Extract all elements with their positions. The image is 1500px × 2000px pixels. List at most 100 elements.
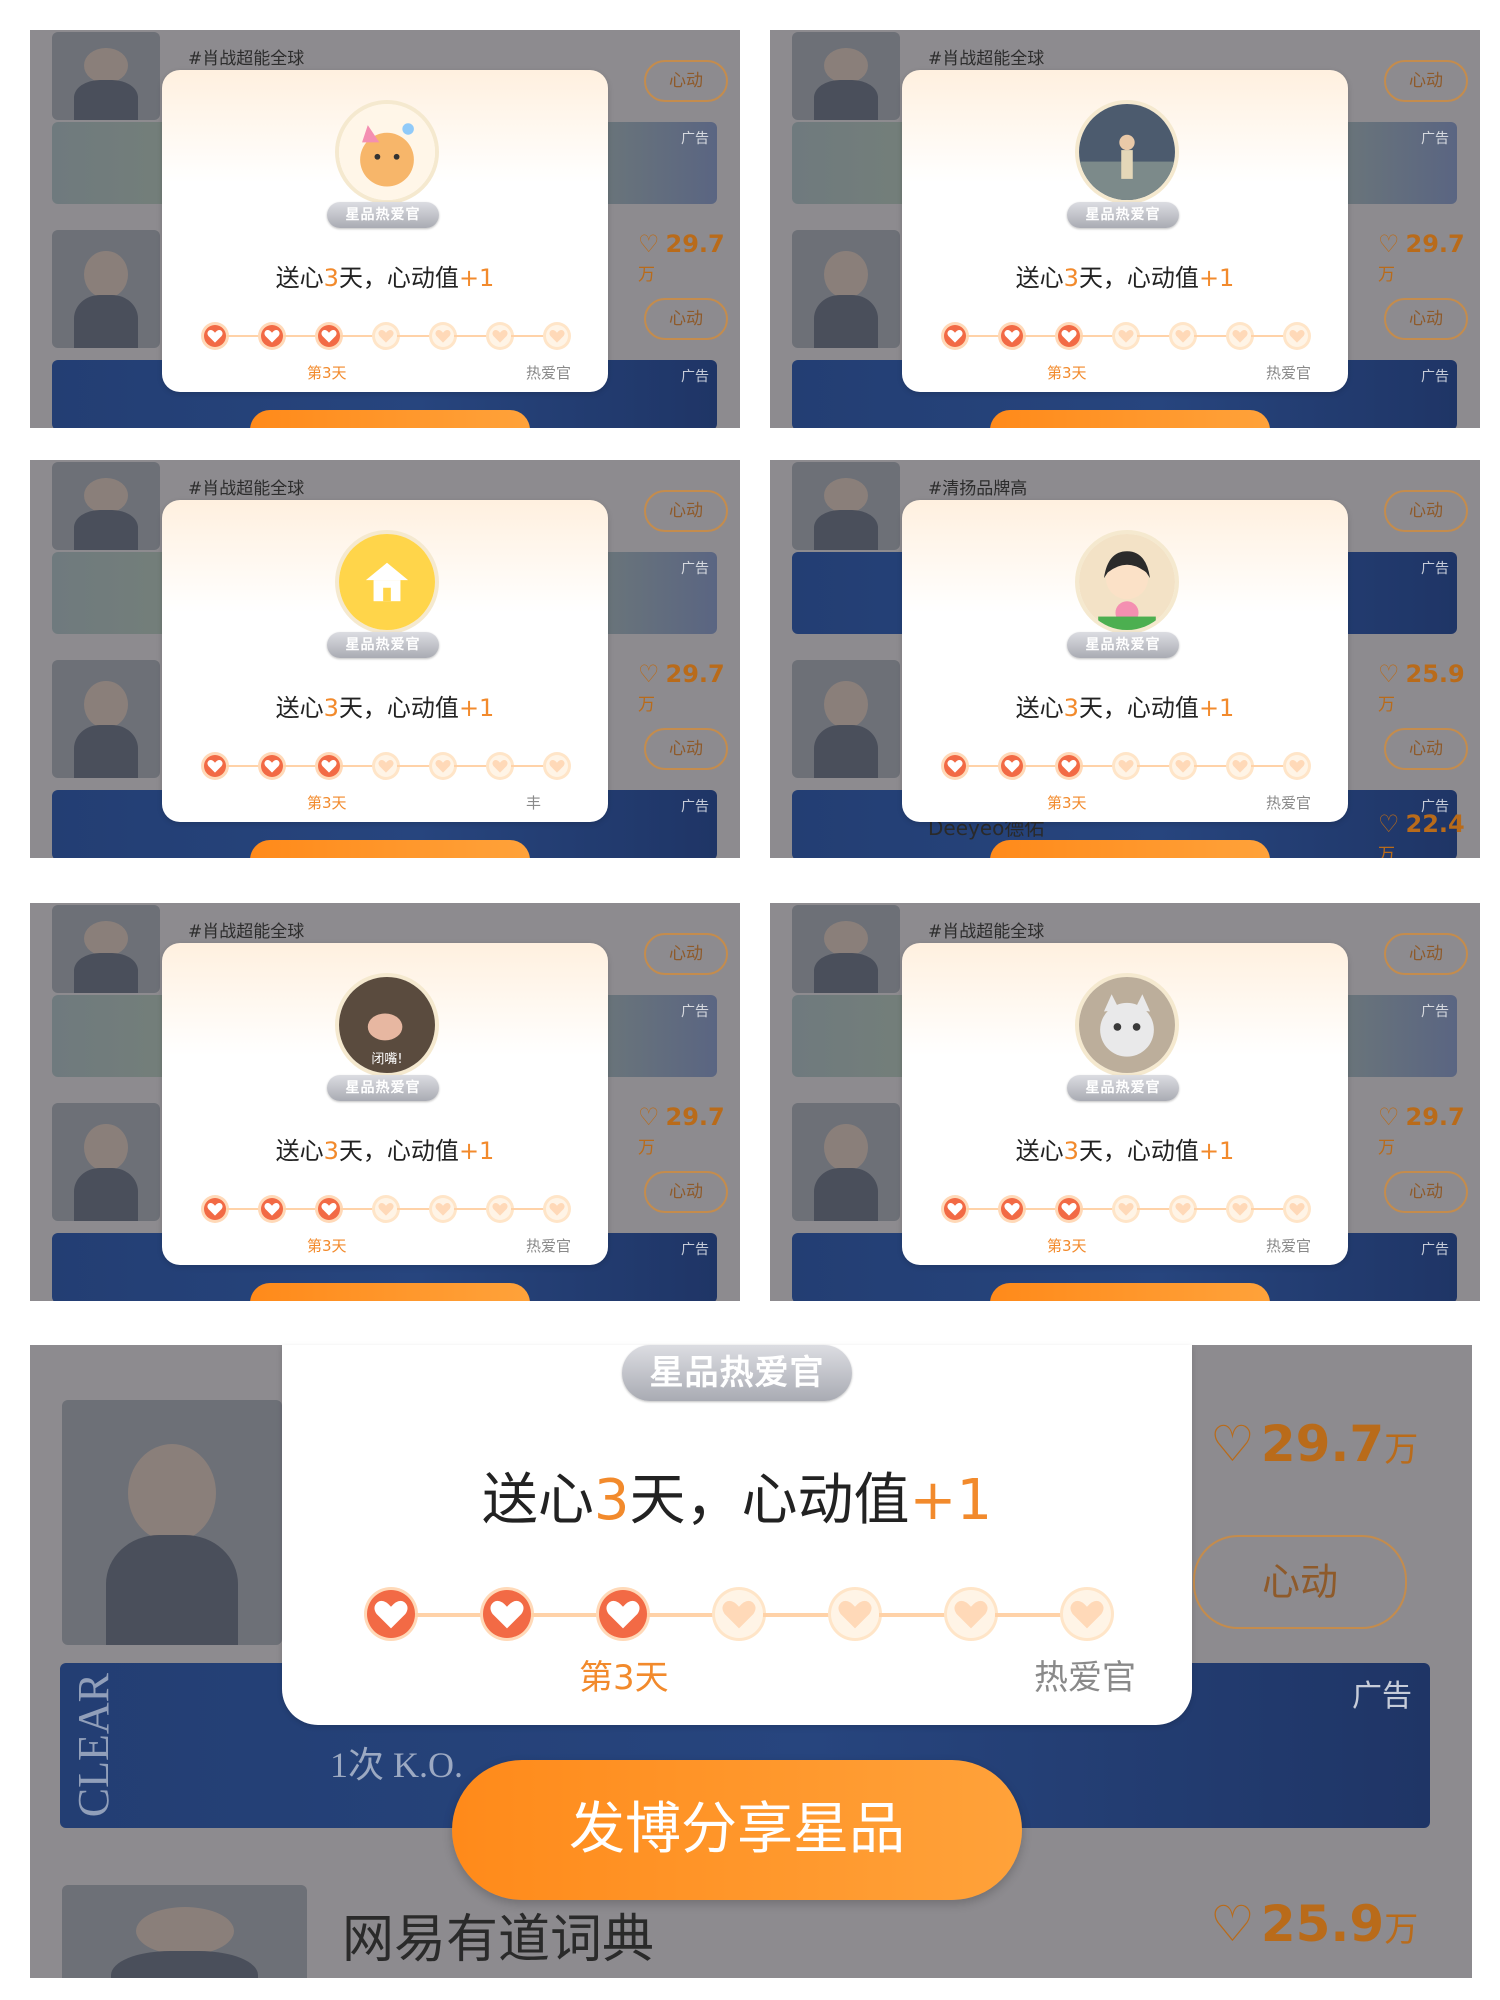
celebrity-thumbnail[interactable] — [52, 660, 160, 778]
progress-connector — [397, 335, 432, 337]
headline: 送心3天，心动值+1 — [275, 694, 495, 722]
heart-filled-icon — [944, 325, 966, 347]
ad-label: 广告 — [681, 369, 709, 385]
heart-filled-icon — [944, 755, 966, 777]
likes-count-2: ♡ 25.9万 — [1210, 1895, 1419, 1953]
celebrity-thumbnail[interactable] — [792, 1103, 900, 1221]
ad-label: 广告 — [681, 131, 709, 147]
heart-empty-icon — [375, 755, 397, 777]
follow-button[interactable]: 心动 — [1384, 728, 1468, 770]
celebrity-thumbnail[interactable] — [52, 230, 160, 348]
heart-empty-icon — [1063, 1590, 1111, 1638]
heart-empty-icon — [432, 1198, 454, 1220]
heart-outline-icon[interactable]: ♡ — [1378, 1103, 1400, 1131]
heart-outline-icon[interactable]: ♡ — [1210, 1895, 1255, 1953]
heart-empty-icon — [489, 1198, 511, 1220]
follow-button[interactable]: 心动 — [1384, 490, 1468, 532]
celebrity-thumbnail[interactable] — [792, 462, 900, 550]
celebrity-thumbnail[interactable] — [62, 1885, 307, 1978]
end-label: 热爱官 — [1266, 794, 1312, 812]
heart-filled-icon — [261, 755, 283, 777]
follow-button[interactable]: 心动 — [1193, 1535, 1407, 1629]
share-button-partial[interactable] — [250, 840, 530, 858]
cartoon-girl-avatar — [1075, 530, 1179, 634]
progress-connector — [454, 765, 489, 767]
badge-star-fan: 星品热爱官 — [327, 1075, 439, 1101]
celebrity-thumbnail[interactable] — [52, 32, 160, 120]
share-button-partial[interactable] — [250, 1283, 530, 1301]
celebrity-thumbnail[interactable] — [792, 660, 900, 778]
brand-name[interactable]: 网易有道词典 — [342, 1897, 654, 1972]
hashtag-text[interactable]: #清扬品牌高 — [928, 474, 1027, 499]
share-button-partial[interactable] — [990, 410, 1270, 428]
follow-button[interactable]: 心动 — [644, 933, 728, 975]
heart-outline-icon[interactable]: ♡ — [1210, 1415, 1255, 1473]
celebrity-thumbnail[interactable] — [792, 905, 900, 993]
progress-connector — [966, 765, 1001, 767]
celebrity-thumbnail[interactable] — [52, 462, 160, 550]
badge-star-fan: 星品热爱官 — [622, 1345, 852, 1401]
progress-connector — [1137, 765, 1172, 767]
streak-modal: 星品热爱官 送心3天，心动值+1 第3天 丰 — [162, 500, 608, 822]
heart-filled-icon — [318, 755, 340, 777]
progress-connector — [226, 1208, 261, 1210]
heart-outline-icon[interactable]: ♡ — [638, 230, 660, 258]
ad-brand: CLEAR — [69, 1673, 118, 1818]
heart-outline-icon[interactable]: ♡ — [1378, 810, 1400, 838]
progress-connector — [1080, 335, 1115, 337]
follow-button[interactable]: 心动 — [644, 298, 728, 340]
hashtag-text[interactable]: #肖战超能全球 — [928, 917, 1044, 942]
hashtag-text[interactable]: #肖战超能全球 — [188, 474, 304, 499]
heart-empty-icon — [1115, 325, 1137, 347]
follow-button[interactable]: 心动 — [644, 490, 728, 532]
progress-connector — [340, 335, 375, 337]
share-button-partial[interactable] — [990, 840, 1270, 858]
ad-label: 广告 — [681, 1242, 709, 1258]
follow-button[interactable]: 心动 — [1384, 298, 1468, 340]
share-button-partial[interactable] — [250, 410, 530, 428]
progress-connector — [340, 1208, 375, 1210]
follow-button[interactable]: 心动 — [644, 1171, 728, 1213]
headline: 送心3天，心动值+1 — [1015, 264, 1235, 292]
progress-connector — [1194, 765, 1229, 767]
follow-button[interactable]: 心动 — [644, 60, 728, 102]
hashtag-text[interactable]: #肖战超能全球 — [188, 917, 304, 942]
end-label: 丰 — [526, 794, 542, 812]
progress-connector — [397, 765, 432, 767]
heart-empty-icon — [831, 1590, 879, 1638]
heart-outline-icon[interactable]: ♡ — [1378, 230, 1400, 258]
heart-outline-icon[interactable]: ♡ — [638, 1103, 660, 1131]
heart-outline-icon[interactable]: ♡ — [638, 660, 660, 688]
ad-label: 广告 — [681, 1004, 709, 1020]
heart-empty-icon — [715, 1590, 763, 1638]
share-button-partial[interactable] — [990, 1283, 1270, 1301]
follow-button[interactable]: 心动 — [1384, 933, 1468, 975]
day-label: 第3天 — [307, 364, 347, 382]
celebrity-thumbnail[interactable] — [52, 905, 160, 993]
heart-outline-icon[interactable]: ♡ — [1378, 660, 1400, 688]
follow-button[interactable]: 心动 — [644, 728, 728, 770]
celebrity-thumbnail[interactable] — [792, 230, 900, 348]
popup-screenshot-panel: #肖战超能全球 心动 广告 ♡ 29.7万 心动 广告 星品热爱官 送心3天，心动… — [30, 30, 740, 428]
progress-track — [944, 1198, 1308, 1220]
share-button[interactable]: 发博分享星品 — [452, 1760, 1022, 1900]
celebrity-thumbnail[interactable] — [792, 32, 900, 120]
progress-connector — [647, 1613, 715, 1617]
heart-empty-icon — [546, 1198, 568, 1220]
celebrity-thumbnail[interactable] — [62, 1400, 282, 1645]
follow-button[interactable]: 心动 — [1384, 1171, 1468, 1213]
badge-star-fan: 星品热爱官 — [327, 632, 439, 658]
heart-empty-icon — [489, 325, 511, 347]
hashtag-text[interactable]: #肖战超能全球 — [188, 44, 304, 69]
heart-empty-icon — [947, 1590, 995, 1638]
badge-star-fan: 星品热爱官 — [327, 202, 439, 228]
follow-button[interactable]: 心动 — [1384, 60, 1468, 102]
popup-screenshot-panel: #清扬品牌高 心动 广告 ♡ 25.9万 心动 广告 Deeyeo德佑 ♡ 22.4… — [770, 460, 1480, 858]
day-label: 第3天 — [1047, 794, 1087, 812]
progress-connector — [1194, 335, 1229, 337]
heart-empty-icon — [546, 755, 568, 777]
end-label: 热爱官 — [526, 1237, 572, 1255]
progress-connector — [283, 1208, 318, 1210]
celebrity-thumbnail[interactable] — [52, 1103, 160, 1221]
hashtag-text[interactable]: #肖战超能全球 — [928, 44, 1044, 69]
